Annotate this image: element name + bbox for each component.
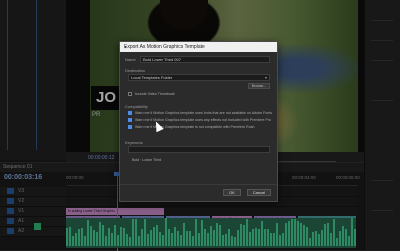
include-video-label: Include Video Thumbnail bbox=[135, 92, 175, 96]
cancel-button[interactable]: Cancel bbox=[247, 189, 271, 196]
destination-label: Destination bbox=[125, 68, 146, 73]
ok-button[interactable]: OK bbox=[223, 189, 241, 196]
keywords-input[interactable] bbox=[128, 146, 270, 153]
dialog-titlebar[interactable]: Export As Motion Graphics Template × bbox=[120, 42, 277, 52]
compat-fonts-label: Warn me if Motion Graphics template uses… bbox=[135, 111, 273, 115]
export-mogrt-dialog: Export As Motion Graphics Template × Nam… bbox=[119, 41, 278, 202]
keywords-label: Keywords bbox=[125, 140, 143, 145]
chevron-down-icon: ▾ bbox=[264, 75, 267, 80]
browse-button[interactable]: Browse... bbox=[248, 83, 270, 89]
compat-fonts-checkbox[interactable] bbox=[128, 111, 132, 115]
close-icon[interactable]: × bbox=[124, 44, 274, 52]
compat-effects-checkbox[interactable] bbox=[128, 118, 132, 122]
dialog-divider bbox=[120, 184, 277, 185]
name-field[interactable]: Bold Lower Third 007 bbox=[140, 56, 270, 63]
include-video-checkbox[interactable] bbox=[128, 92, 132, 96]
destination-value: Local Templates Folder bbox=[131, 75, 173, 80]
name-label: Name bbox=[125, 57, 136, 62]
keyword-tags: Bold · Lower Third bbox=[132, 158, 162, 162]
destination-select[interactable]: Local Templates Folder ▾ bbox=[128, 74, 270, 81]
compatibility-label: Compatibility bbox=[125, 104, 148, 109]
compat-rush-checkbox[interactable] bbox=[128, 125, 132, 129]
